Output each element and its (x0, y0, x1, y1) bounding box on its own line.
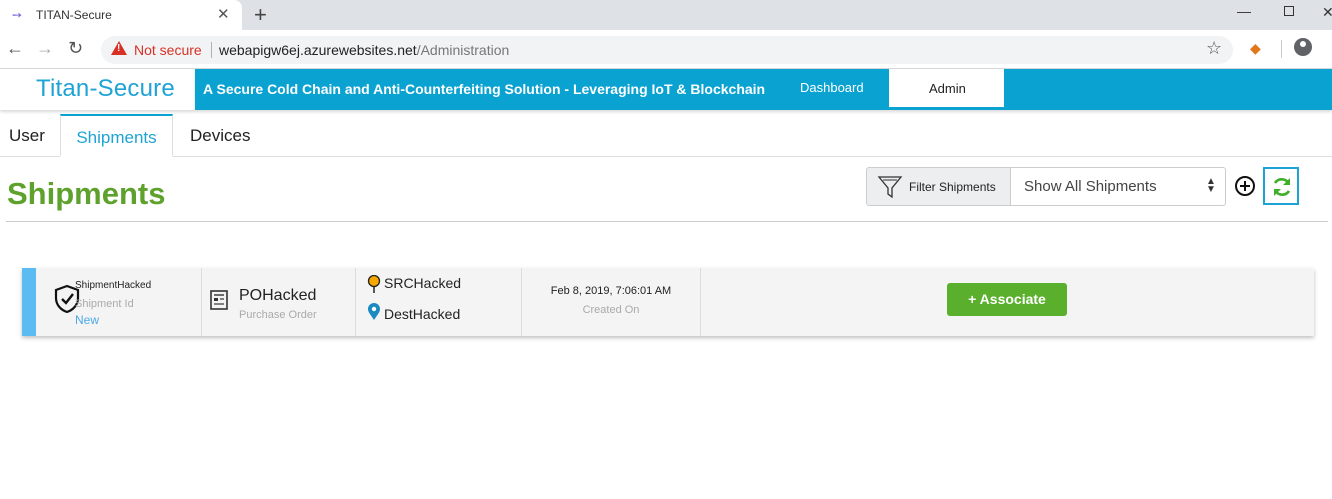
nav-admin-label: Admin (929, 81, 966, 96)
shipment-card[interactable]: ShipmentHacked Shipment Id New POHacked … (22, 268, 1314, 336)
refresh-icon (1273, 178, 1291, 196)
shipment-filter-select[interactable]: Show All Shipments ▲ ▼ (1010, 167, 1226, 206)
star-icon[interactable]: ☆ (1206, 38, 1222, 59)
title-divider (6, 221, 1328, 222)
forward-arrow-icon[interactable]: → (36, 38, 54, 59)
funnel-icon (877, 176, 903, 199)
select-caret-icon: ▲ ▼ (1206, 176, 1216, 195)
extension-icon[interactable]: ◆ (1250, 40, 1261, 57)
source-location: SRCHacked (384, 275, 462, 291)
created-label: Created On (582, 304, 640, 316)
shipment-id-cell: ShipmentHacked Shipment Id New (36, 268, 202, 336)
destination-location: DestHacked (384, 306, 461, 322)
warning-icon[interactable] (111, 41, 127, 55)
security-label[interactable]: Not secure (134, 42, 202, 58)
status-badge: New (75, 313, 100, 327)
shipment-name: ShipmentHacked (75, 280, 152, 291)
shipment-id-label: Shipment Id (75, 298, 134, 310)
window-minimize-button[interactable]: — (1237, 3, 1251, 19)
url-path: /Administration (416, 42, 510, 58)
source-pin-icon (367, 275, 381, 293)
brand-area: Titan-Secure (0, 69, 195, 110)
window-maximize-button[interactable] (1284, 6, 1294, 16)
window-close-button[interactable]: ✕ (1322, 4, 1332, 21)
purchase-order-value: POHacked (239, 287, 317, 304)
select-value: Show All Shipments (1024, 178, 1157, 195)
nav-dashboard[interactable]: Dashboard (800, 80, 864, 95)
back-arrow-icon[interactable]: ← (6, 38, 24, 59)
card-accent (22, 268, 36, 336)
add-circle-icon[interactable] (1235, 176, 1255, 196)
url-text[interactable]: webapigw6ej.azurewebsites.net/Administra… (219, 42, 509, 58)
url-host: webapigw6ej.azurewebsites.net (219, 42, 417, 58)
profile-icon[interactable] (1294, 38, 1312, 56)
created-cell: Feb 8, 2019, 7:06:01 AM Created On (522, 268, 701, 336)
tagline: A Secure Cold Chain and Anti-Counterfeit… (203, 81, 766, 97)
browser-tab-bar: ➙ TITAN-Secure ✕ + — ✕ (0, 0, 1332, 30)
purchase-order-label: Purchase Order (239, 309, 317, 321)
brand-logo[interactable]: Titan-Secure (36, 75, 175, 103)
tab-close-icon[interactable]: ✕ (217, 5, 230, 23)
purchase-order-cell: POHacked Purchase Order (202, 268, 356, 336)
omnibox-separator (211, 42, 212, 58)
nav-admin[interactable]: Admin (889, 69, 1004, 110)
new-tab-button[interactable]: + (254, 2, 267, 28)
page-title: Shipments (7, 176, 166, 211)
toolbar-separator (1281, 40, 1282, 58)
associate-button[interactable]: + Associate (947, 283, 1067, 316)
admin-tabs: User Shipments Devices (0, 114, 1332, 157)
destination-pin-icon (368, 303, 380, 320)
document-icon (210, 290, 228, 310)
tab-title: TITAN-Secure (36, 8, 112, 22)
browser-tab[interactable]: ➙ TITAN-Secure ✕ (0, 0, 242, 30)
refresh-button[interactable] (1263, 167, 1299, 205)
header-banner: A Secure Cold Chain and Anti-Counterfeit… (195, 69, 1332, 110)
filter-label: Filter Shipments (909, 180, 996, 194)
favicon-icon: ➙ (12, 8, 23, 22)
app-header: Titan-Secure A Secure Cold Chain and Ant… (0, 69, 1332, 110)
tab-devices[interactable]: Devices (190, 114, 250, 157)
filter-label-box: Filter Shipments (866, 167, 1011, 206)
created-date: Feb 8, 2019, 7:06:01 AM (550, 285, 672, 297)
tab-user[interactable]: User (9, 114, 45, 157)
reload-icon[interactable]: ↻ (68, 38, 83, 59)
route-cell: SRCHacked DestHacked (356, 268, 522, 336)
omnibox[interactable]: Not secure webapigw6ej.azurewebsites.net… (101, 36, 1233, 64)
tab-shipments[interactable]: Shipments (60, 114, 173, 157)
address-bar-row: ← → ↻ Not secure webapigw6ej.azurewebsit… (0, 30, 1332, 69)
